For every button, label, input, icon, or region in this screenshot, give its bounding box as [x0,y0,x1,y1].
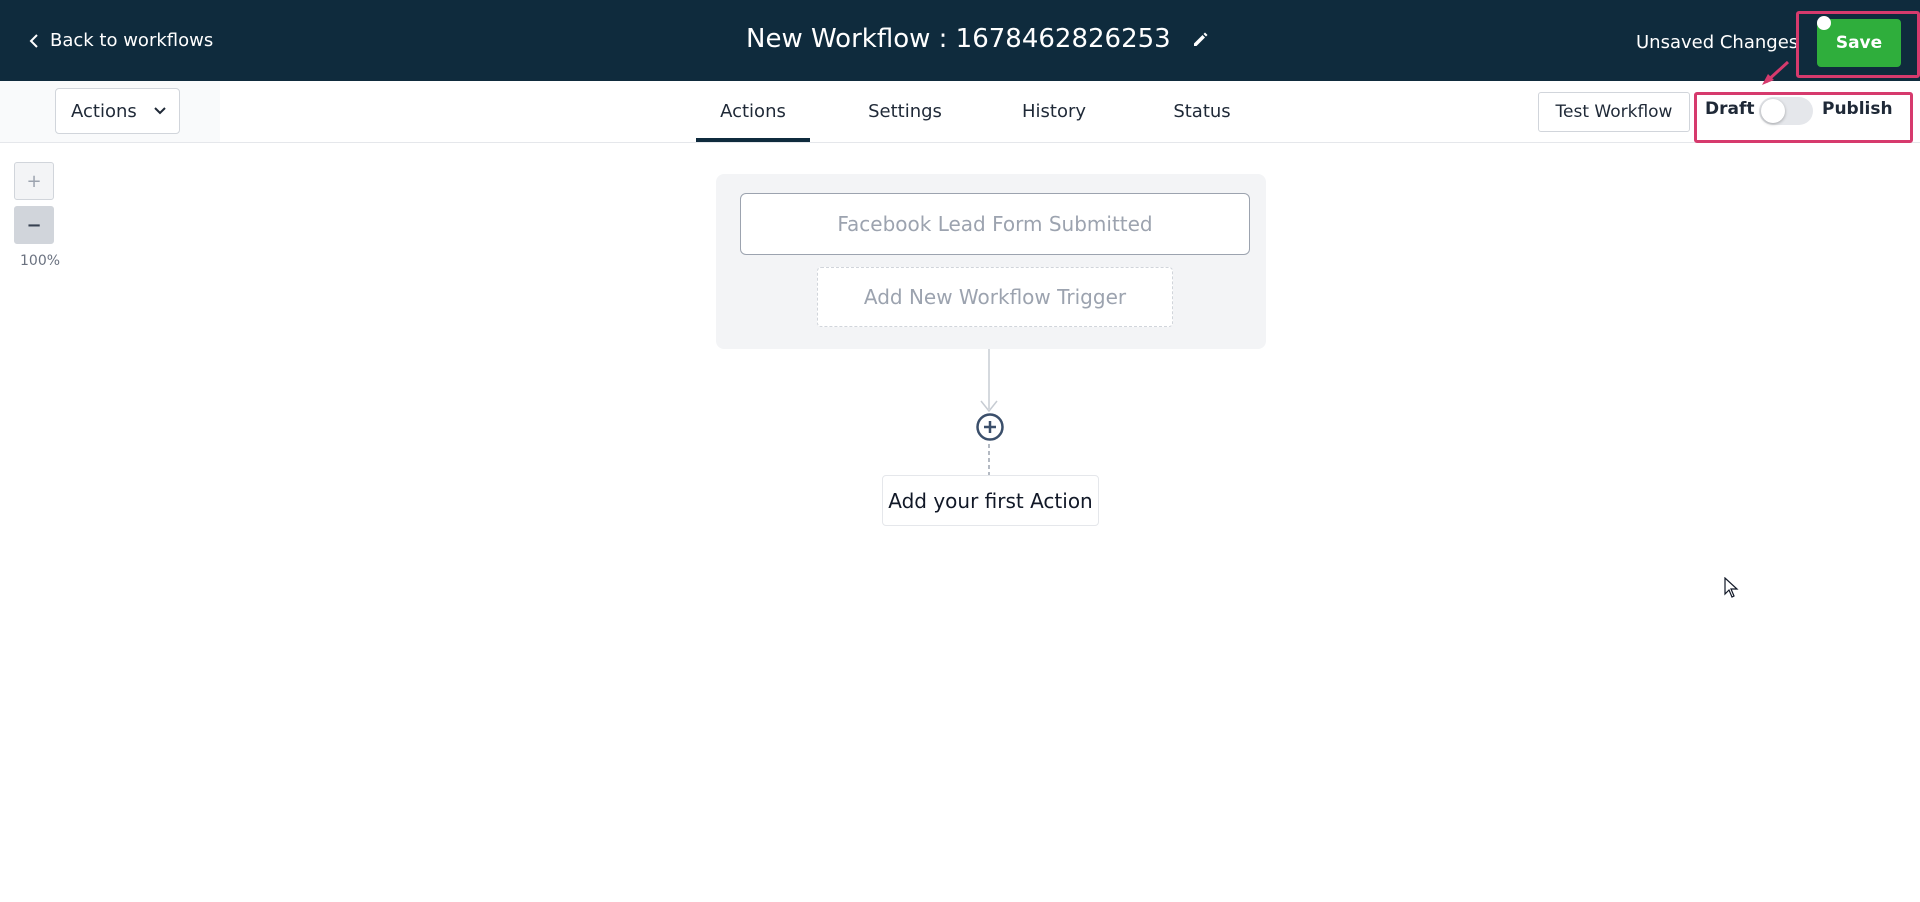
pencil-icon[interactable] [1191,29,1211,49]
workflow-toolbar: Actions Actions Settings History Status … [0,81,1920,143]
trigger-card[interactable]: Facebook Lead Form Submitted [740,193,1250,255]
chevron-left-icon [29,33,38,48]
add-trigger-label: Add New Workflow Trigger [863,285,1127,309]
back-to-workflows-link[interactable]: Back to workflows [26,30,213,51]
tab-settings[interactable]: Settings [850,81,960,142]
unsaved-changes-label: Unsaved Changes [1636,32,1799,53]
test-workflow-button[interactable]: Test Workflow [1538,92,1690,132]
publish-label: Publish [1822,99,1893,119]
actions-dropdown-label: Actions [71,100,137,122]
workflow-title: New Workflow : 1678462826253 [746,24,1211,54]
back-link-label: Back to workflows [50,30,214,51]
add-first-action-button[interactable]: Add your first Action [882,475,1099,526]
toggle-knob [1761,99,1785,123]
chevron-down-icon [154,107,166,115]
tab-history[interactable]: History [1004,81,1104,142]
publish-toggle[interactable] [1759,97,1813,125]
tab-status[interactable]: Status [1152,81,1252,142]
actions-dropdown[interactable]: Actions [55,88,180,134]
trigger-label: Facebook Lead Form Submitted [837,212,1153,236]
tab-label: Settings [868,101,942,122]
toolbar-left-area: Actions [0,81,220,142]
zoom-in-button[interactable]: + [14,162,54,200]
notification-dot [1817,16,1831,30]
tab-label: Actions [720,101,786,122]
workflow-title-text: New Workflow : 1678462826253 [746,24,1171,54]
workflow-tabs: Actions Settings History Status [656,81,1264,142]
tab-actions[interactable]: Actions [696,81,810,142]
top-header: Back to workflows New Workflow : 1678462… [0,0,1920,81]
tab-label: Status [1173,101,1231,122]
add-workflow-trigger-button[interactable]: Add New Workflow Trigger [817,267,1173,327]
mouse-cursor-icon [1724,577,1739,598]
first-action-label: Add your first Action [888,488,1093,513]
zoom-level-label: 100% [20,253,61,269]
zoom-out-button[interactable]: − [14,206,54,244]
tab-label: History [1021,101,1087,122]
draft-label: Draft [1705,99,1755,119]
plus-circle-icon[interactable] [975,412,1005,442]
